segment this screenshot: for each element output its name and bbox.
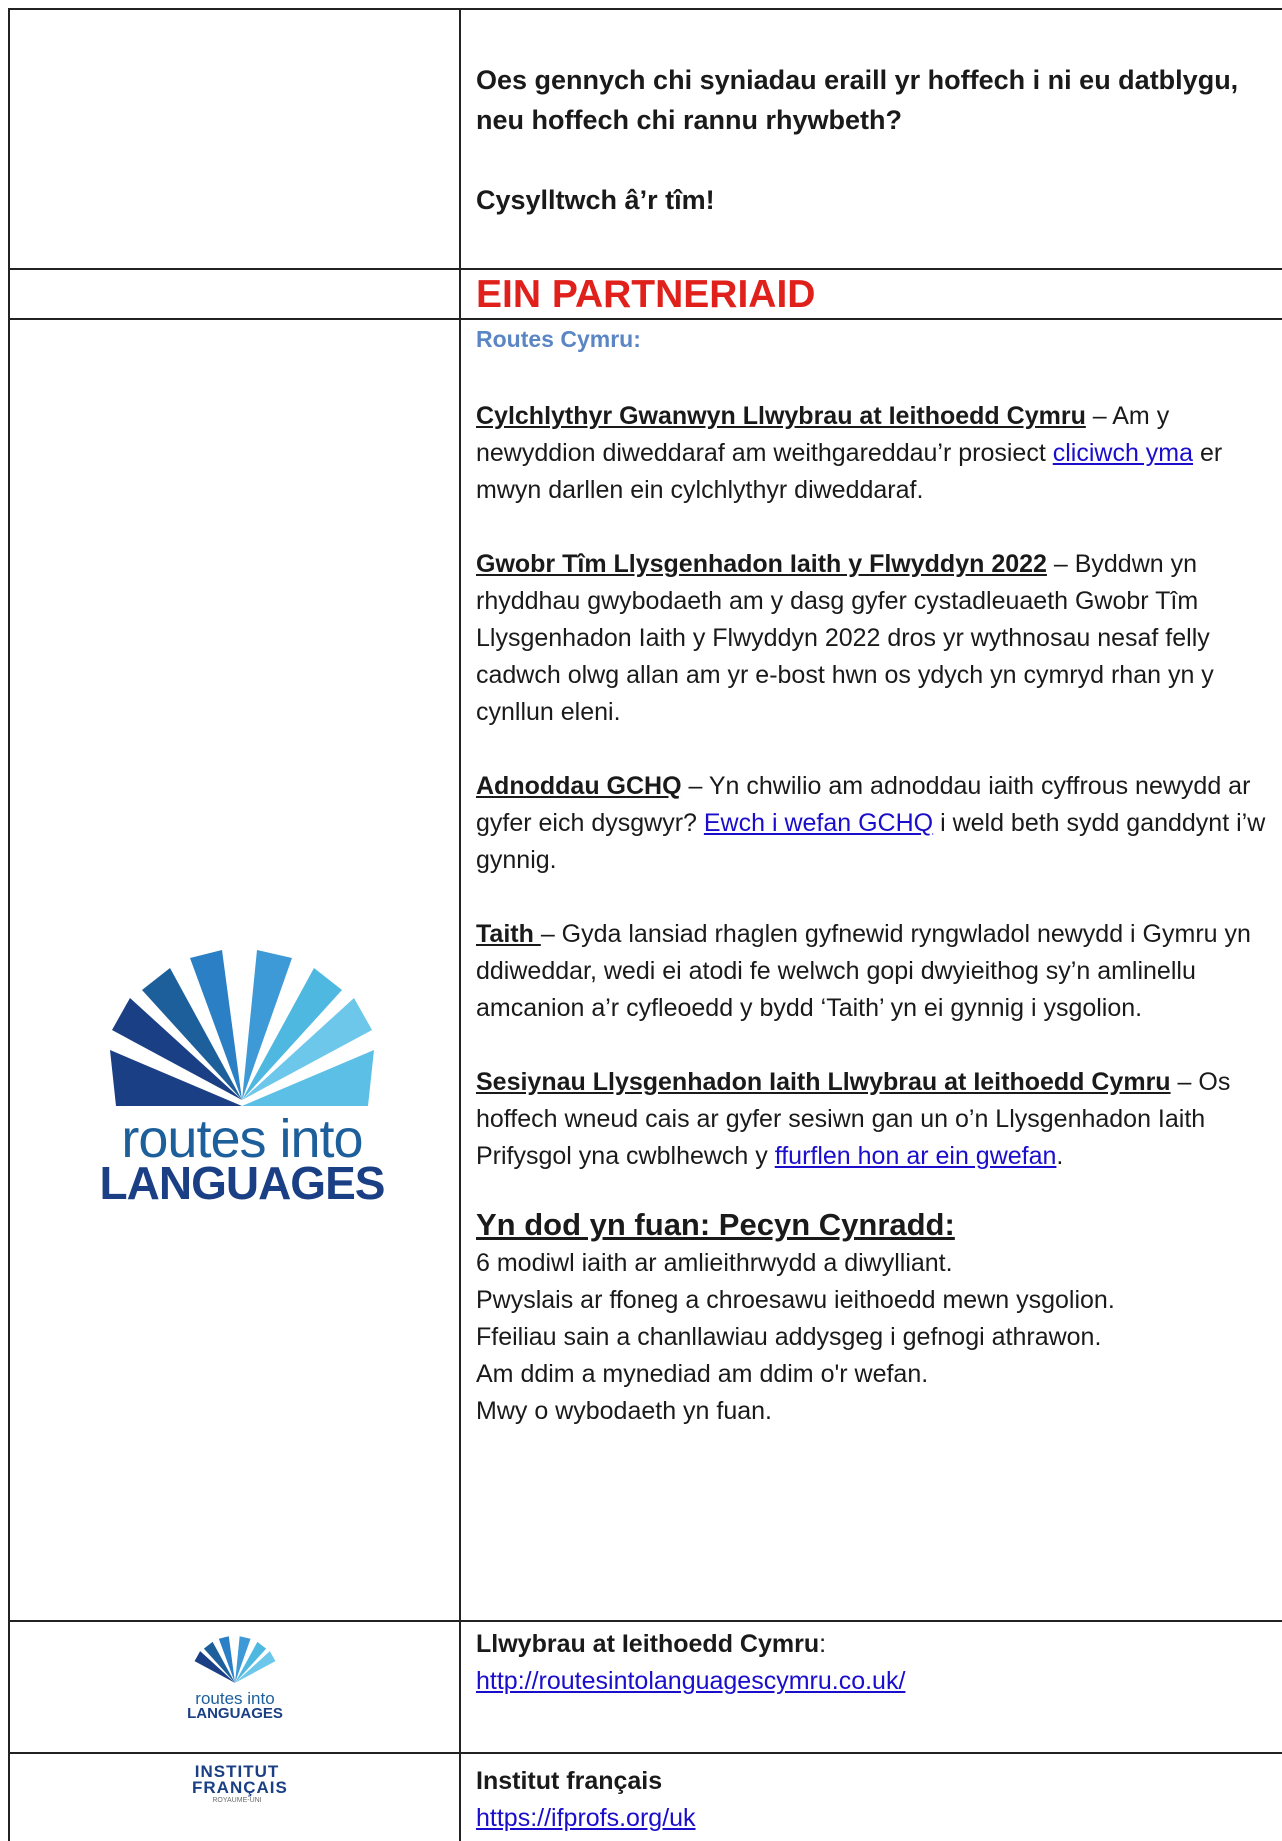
logo-text-languages: LANGUAGES xyxy=(99,1157,386,1209)
award-title: Gwobr Tîm Llysgenhadon Iaith y Flwyddyn … xyxy=(476,550,1047,578)
taith-title: Taith xyxy=(476,920,541,948)
coming-soon-line: 6 modiwl iaith ar amlieithrwydd a diwyll… xyxy=(476,1249,953,1277)
gchq-paragraph: Adnoddau GCHQ – Yn chwilio am adnoddau i… xyxy=(476,768,1266,879)
coming-soon-line: Pwyslais ar ffoneg a chroesawu ieithoedd… xyxy=(476,1286,1115,1314)
llwybrau-logo: routes into LANGUAGES xyxy=(180,1630,290,1721)
small-logo-text-routes-into: routes into xyxy=(195,1689,275,1708)
routes-cymru-title: Routes Cymru: xyxy=(476,326,641,352)
top-cell: Oes gennych chi syniadau eraill yr hoffe… xyxy=(476,60,1266,220)
logo-text-routes-into: routes into xyxy=(121,1109,363,1169)
coming-soon-line: Mwy o wybodaeth yn fuan. xyxy=(476,1397,772,1425)
routes-cymru-cell: Routes Cymru: Cylchlythyr Gwanwyn Llwybr… xyxy=(476,322,1266,1430)
newsletter-title: Cylchlythyr Gwanwyn Llwybrau at Ieithoed… xyxy=(476,402,1086,430)
sessions-paragraph: Sesiynau Llysgenhadon Iaith Llwybrau at … xyxy=(476,1064,1266,1175)
row-divider-3 xyxy=(8,1620,1282,1622)
sessions-text-after: . xyxy=(1056,1142,1064,1170)
coming-soon-line: Am ddim a mynediad am ddim o'r wefan. xyxy=(476,1360,929,1388)
institut-title: Institut français xyxy=(476,1767,663,1795)
institut-url-link[interactable]: https://ifprofs.org/uk xyxy=(476,1804,696,1832)
coming-soon-title: Yn dod yn fuan: Pecyn Cynradd: xyxy=(476,1207,955,1242)
llwybrau-colon: : xyxy=(819,1630,827,1658)
coming-soon-line: Ffeiliau sain a chanllawiau addysgeg i g… xyxy=(476,1323,1102,1351)
award-paragraph: Gwobr Tîm Llysgenhadon Iaith y Flwyddyn … xyxy=(476,546,1266,731)
institut-logo-line2: FRANÇAIS xyxy=(192,1778,288,1797)
row-divider-4 xyxy=(8,1752,1282,1754)
sessions-link[interactable]: ffurflen hon ar ein gwefan xyxy=(775,1142,1057,1170)
newsletter-link[interactable]: cliciwch yma xyxy=(1053,439,1193,467)
contact-team: Cysylltwch â’r tîm! xyxy=(476,185,715,215)
table-border-top xyxy=(8,8,1282,10)
table-border-left xyxy=(8,8,10,1841)
institut-cell: Institut français https://ifprofs.org/uk xyxy=(476,1763,1266,1837)
small-logo-text-languages: LANGUAGES xyxy=(187,1705,283,1722)
newsletter-paragraph: Cylchlythyr Gwanwyn Llwybrau at Ieithoed… xyxy=(476,398,1266,509)
sessions-title: Sesiynau Llysgenhadon Iaith Llwybrau at … xyxy=(476,1068,1171,1096)
table-column-divider xyxy=(459,8,461,1841)
llwybrau-title-line: Llwybrau at Ieithoedd Cymru: xyxy=(476,1626,1266,1663)
ideas-question: Oes gennych chi syniadau eraill yr hoffe… xyxy=(476,65,1239,135)
routes-fan-small-icon xyxy=(194,1636,276,1683)
partners-heading: EIN PARTNERIAID xyxy=(476,273,816,316)
gchq-title: Adnoddau GCHQ xyxy=(476,772,682,800)
llwybrau-url-link[interactable]: http://routesintolanguagescymru.co.uk/ xyxy=(476,1667,905,1695)
routes-fan-icon xyxy=(110,950,374,1106)
llwybrau-title: Llwybrau at Ieithoedd Cymru xyxy=(476,1630,820,1658)
institut-logo-line3: ROYAUME-UNI xyxy=(212,1797,262,1804)
llwybrau-cell: Llwybrau at Ieithoedd Cymru: http://rout… xyxy=(476,1626,1266,1700)
institut-francais-logo: INSTITUT FRANÇAIS ROYAUME-UNI xyxy=(192,1763,288,1805)
taith-paragraph: Taith – Gyda lansiad rhaglen gyfnewid ry… xyxy=(476,916,1266,1027)
routes-into-languages-logo: routes into LANGUAGES xyxy=(92,930,392,1209)
gchq-link[interactable]: Ewch i wefan GCHQ xyxy=(704,809,933,837)
taith-text: – Gyda lansiad rhaglen gyfnewid ryngwlad… xyxy=(476,920,1251,1022)
